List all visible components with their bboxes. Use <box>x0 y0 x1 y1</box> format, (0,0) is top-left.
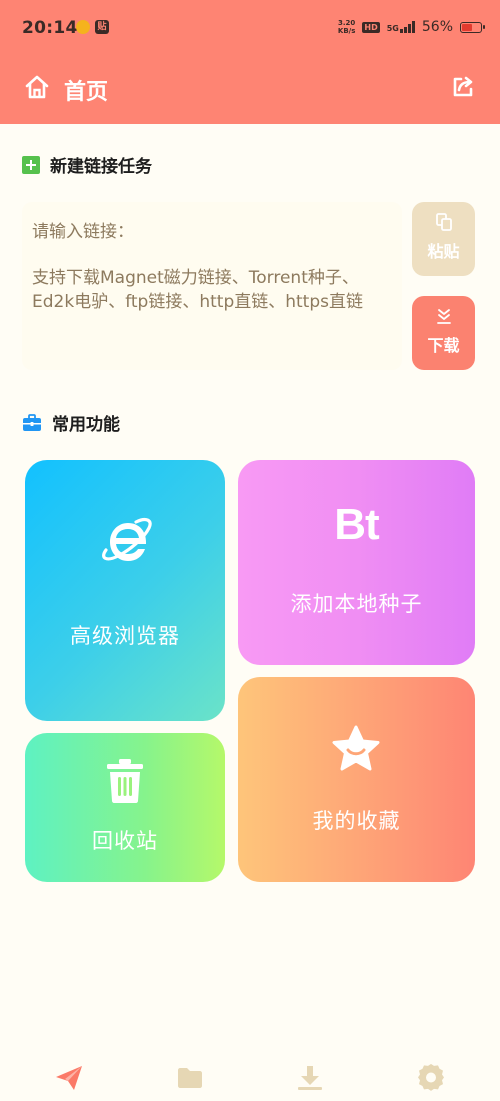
folder-icon[interactable] <box>175 1064 205 1092</box>
send-icon[interactable] <box>54 1064 84 1092</box>
bottom-tab-bar <box>0 1048 500 1101</box>
new-task-heading: 新建链接任务 <box>22 152 152 177</box>
signal-group: 5G <box>387 21 415 33</box>
battery-percent: 56% <box>421 19 453 35</box>
add-seed-card-label: 添加本地种子 <box>290 592 423 616</box>
download-button[interactable]: 下载 <box>412 296 475 370</box>
favorites-card-label: 我的收藏 <box>312 809 401 833</box>
signal-icon <box>399 21 415 33</box>
notification-icons: 贴 <box>76 20 109 34</box>
app-header: 20:14 贴 3.20 KB/s HD 5G 56% 首页 <box>0 0 500 124</box>
network-speed-value: 3.20 <box>338 19 356 27</box>
share-icon[interactable] <box>450 74 476 100</box>
plus-icon <box>22 155 40 174</box>
status-bar: 20:14 贴 3.20 KB/s HD 5G 56% <box>0 0 500 58</box>
browser-icon <box>102 517 152 561</box>
hd-badge: HD <box>362 21 380 33</box>
common-functions-heading-text: 常用功能 <box>52 415 120 435</box>
network-speed-unit: KB/s <box>337 27 356 35</box>
status-time: 20:14 <box>22 18 78 38</box>
bt-logo-icon: Bt <box>334 500 379 549</box>
trash-icon <box>107 759 143 803</box>
add-seed-card[interactable]: Bt 添加本地种子 <box>238 460 475 665</box>
browser-card-label: 高级浏览器 <box>70 624 180 648</box>
paste-button[interactable]: 粘贴 <box>412 202 475 276</box>
new-task-heading-text: 新建链接任务 <box>50 157 152 177</box>
notification-tieba-icon: 贴 <box>95 20 109 34</box>
link-input[interactable] <box>30 216 392 366</box>
title-bar: 首页 <box>0 64 500 112</box>
network-speed: 3.20 KB/s <box>338 19 355 35</box>
notification-app-icon <box>76 20 90 34</box>
recycle-bin-card-label: 回收站 <box>92 829 158 853</box>
common-functions-heading: 常用功能 <box>22 410 120 435</box>
briefcase-icon <box>23 413 41 431</box>
copy-icon <box>435 213 452 231</box>
download-arrow-icon <box>436 309 451 324</box>
page-title: 首页 <box>64 80 109 105</box>
browser-card[interactable]: 高级浏览器 <box>25 460 225 721</box>
favorites-card[interactable]: 我的收藏 <box>238 677 475 882</box>
download-icon[interactable] <box>295 1064 325 1092</box>
star-icon <box>332 725 380 771</box>
settings-icon[interactable] <box>416 1064 446 1092</box>
home-icon[interactable] <box>24 74 50 100</box>
download-button-label: 下载 <box>427 336 460 355</box>
network-type: 5G <box>386 24 399 33</box>
recycle-bin-card[interactable]: 回收站 <box>25 733 225 882</box>
battery-fill <box>462 23 472 31</box>
paste-button-label: 粘贴 <box>427 242 460 261</box>
battery-icon <box>460 21 485 33</box>
link-input-box[interactable]: 请输入链接： 支持下载Magnet磁力链接、Torrent种子、Ed2k电驴、f… <box>22 202 402 370</box>
status-right: 3.20 KB/s HD 5G 56% <box>338 19 485 35</box>
